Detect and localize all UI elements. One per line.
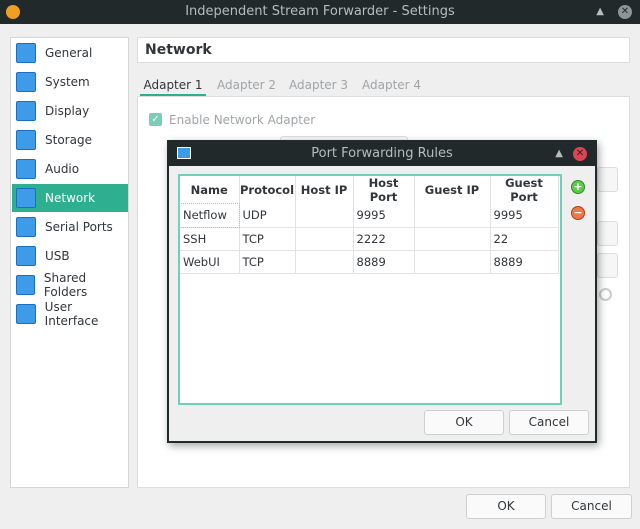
table-row[interactable]: Netflow UDP 9995 9995: [179, 203, 559, 228]
tab-adapter-3[interactable]: Adapter 3: [289, 76, 348, 96]
sidebar-item-serial-ports[interactable]: Serial Ports: [12, 213, 128, 241]
dialog-ok-button[interactable]: OK: [424, 410, 504, 435]
tab-adapter-2[interactable]: Adapter 2: [217, 76, 276, 96]
table-row[interactable]: WebUI TCP 8889 8889: [180, 250, 559, 274]
table-cell[interactable]: TCP: [239, 250, 296, 274]
remove-rule-icon[interactable]: −: [571, 206, 585, 220]
network-icon: [16, 188, 36, 208]
sidebar-item-label: Serial Ports: [45, 220, 113, 234]
folder-icon: [16, 275, 35, 295]
sidebar-item-label: USB: [45, 249, 70, 263]
table-cell[interactable]: [295, 227, 354, 251]
table-cell[interactable]: TCP: [239, 227, 296, 251]
promiscuous-dropdown[interactable]: [597, 253, 618, 278]
sidebar-item-label: Display: [45, 104, 90, 118]
table-cell[interactable]: SSH: [180, 227, 240, 251]
table-cell[interactable]: 8889: [490, 250, 559, 274]
sidebar-item-network[interactable]: Network: [12, 184, 128, 212]
table-cell[interactable]: WebUI: [180, 250, 240, 274]
user-interface-icon: [16, 304, 36, 324]
serial-port-icon: [16, 217, 36, 237]
column-header[interactable]: Guest IP: [414, 176, 491, 204]
network-icon: [177, 147, 191, 159]
table-cell[interactable]: [295, 204, 354, 228]
ok-button[interactable]: OK: [466, 494, 546, 519]
window-titlebar: Independent Stream Forwarder - Settings …: [0, 0, 640, 24]
table-cell[interactable]: [414, 227, 491, 251]
page-title: Network: [137, 37, 630, 63]
tab-adapter-1[interactable]: Adapter 1: [140, 76, 206, 96]
table-cell[interactable]: Netflow: [179, 203, 240, 228]
tab-adapter-4[interactable]: Adapter 4: [362, 76, 421, 96]
table-cell[interactable]: 9995: [353, 204, 415, 228]
app-icon: [6, 5, 20, 19]
dialog-cancel-button[interactable]: Cancel: [509, 410, 589, 435]
sidebar-item-display[interactable]: Display: [12, 97, 128, 125]
dialog-close-button[interactable]: ✕: [573, 147, 587, 161]
dialog-title: Port Forwarding Rules: [311, 146, 453, 161]
sidebar: General System Display Storage Audio Network S…: [10, 37, 129, 488]
sidebar-item-label: Network: [45, 191, 96, 205]
rules-table: Name Protocol Host IP Host Port Guest IP Gues…: [178, 174, 562, 405]
sidebar-item-usb[interactable]: USB: [12, 242, 128, 270]
sidebar-item-label: Shared Folders: [43, 271, 88, 299]
column-header[interactable]: Protocol: [239, 176, 296, 204]
add-rule-icon[interactable]: +: [571, 180, 585, 194]
column-header[interactable]: Host Port: [353, 176, 415, 204]
port-forwarding-dialog: Port Forwarding Rules ▲ ✕ Name Protocol Ho…: [167, 140, 597, 443]
enable-adapter-checkbox[interactable]: ✓: [149, 113, 162, 126]
sidebar-item-audio[interactable]: Audio: [12, 155, 128, 183]
chip-icon: [16, 72, 36, 92]
column-header[interactable]: Name: [180, 176, 240, 204]
sidebar-item-label: User Interface: [44, 300, 99, 328]
table-cell[interactable]: 22: [490, 227, 559, 251]
table-cell[interactable]: [414, 204, 491, 228]
sidebar-item-shared-folders[interactable]: Shared Folders: [12, 271, 128, 299]
sidebar-item-user-interface[interactable]: User Interface: [12, 300, 128, 328]
name-dropdown[interactable]: [597, 167, 618, 192]
table-row[interactable]: SSH TCP 2222 22: [180, 227, 559, 251]
column-header[interactable]: Host IP: [295, 176, 354, 204]
table-cell[interactable]: 9995: [490, 204, 559, 228]
sidebar-item-label: General: [45, 46, 93, 60]
maximize-button[interactable]: ▲: [596, 0, 604, 24]
dialog-maximize-button[interactable]: ▲: [555, 142, 563, 166]
dialog-titlebar: Port Forwarding Rules ▲ ✕: [169, 142, 595, 166]
sidebar-item-system[interactable]: System: [12, 68, 128, 96]
table-cell[interactable]: UDP: [239, 204, 296, 228]
window-title: Independent Stream Forwarder - Settings: [185, 4, 455, 19]
enable-adapter-label: Enable Network Adapter: [169, 113, 316, 127]
general-icon: [16, 43, 36, 63]
table-cell[interactable]: [295, 250, 354, 274]
adapter-type-dropdown[interactable]: [597, 221, 618, 246]
sidebar-item-general[interactable]: General: [12, 39, 128, 67]
monitor-icon: [16, 101, 36, 121]
table-cell[interactable]: 2222: [353, 227, 415, 251]
refresh-mac-icon[interactable]: [599, 288, 612, 301]
storage-icon: [16, 130, 36, 150]
close-button[interactable]: ✕: [618, 5, 632, 19]
usb-icon: [16, 246, 36, 266]
table-cell[interactable]: [414, 250, 491, 274]
cancel-button[interactable]: Cancel: [551, 494, 632, 519]
sidebar-item-label: System: [45, 75, 90, 89]
sidebar-item-storage[interactable]: Storage: [12, 126, 128, 154]
sidebar-item-label: Audio: [45, 162, 80, 176]
column-header[interactable]: Guest Port: [490, 176, 559, 204]
table-cell[interactable]: 8889: [353, 250, 415, 274]
speaker-icon: [16, 159, 36, 179]
sidebar-item-label: Storage: [45, 133, 92, 147]
